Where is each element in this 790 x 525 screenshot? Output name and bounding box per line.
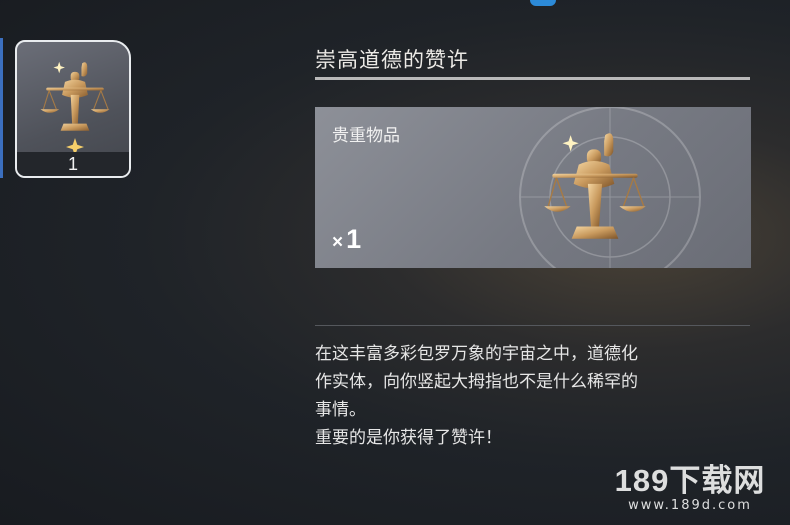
quantity-value: 1 [346, 224, 362, 254]
selection-strip [0, 38, 3, 178]
scales-statue-icon [40, 61, 110, 131]
title-divider [315, 77, 750, 80]
description-line: 作实体，向你竖起大拇指也不是什么稀罕的 [315, 372, 638, 392]
top-accent-glow [530, 0, 556, 6]
description-line: 重要的是你获得了赞许！ [315, 428, 502, 448]
scales-statue-large-icon [544, 133, 646, 239]
watermark-main: 189下载网 [614, 463, 766, 498]
inventory-item-slot[interactable]: 1 [15, 40, 131, 178]
item-preview-card: 贵重物品 × 1 [315, 107, 751, 268]
description-line: 事情。 [315, 400, 366, 420]
watermark-url: www.189d.com [628, 498, 752, 513]
item-category: 贵重物品 [332, 126, 400, 146]
item-count: 1 [17, 152, 129, 176]
site-watermark: 189下载网 www.189d.com [600, 455, 780, 513]
quantity-multiplier: × [332, 232, 344, 253]
item-quantity: × 1 [332, 224, 361, 255]
item-description: 在这丰富多彩包罗万象的宇宙之中，道德化 作实体，向你竖起大拇指也不是什么稀罕的 … [315, 340, 755, 452]
description-divider [315, 325, 750, 326]
description-line: 在这丰富多彩包罗万象的宇宙之中，道德化 [315, 344, 638, 364]
item-title: 崇高道德的赞许 [315, 48, 469, 72]
